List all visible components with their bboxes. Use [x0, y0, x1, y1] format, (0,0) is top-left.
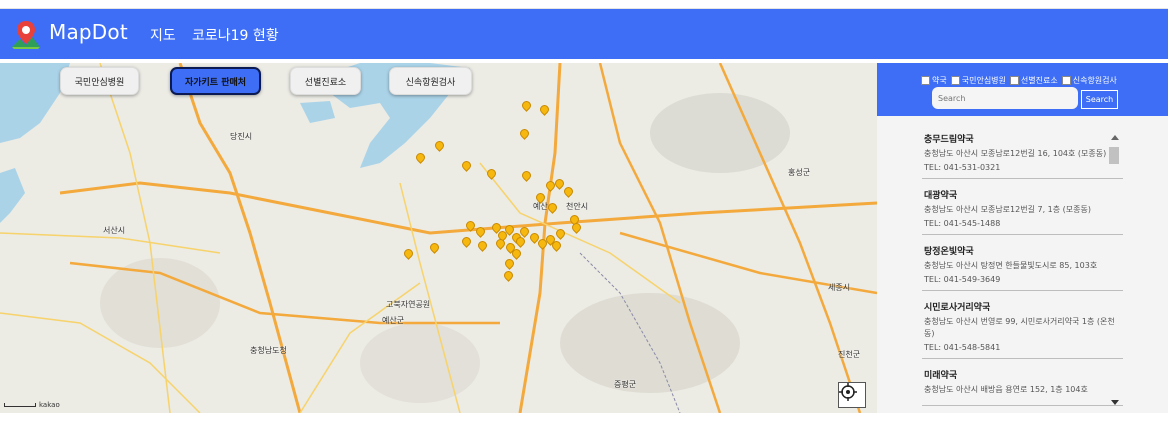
scroll-thumb[interactable] [1109, 147, 1119, 164]
pharmacy-tel: TEL: 041-548-5841 [924, 343, 1001, 352]
sea-area-west [0, 168, 25, 223]
checkbox[interactable] [1061, 76, 1071, 85]
mountain-area [100, 258, 220, 348]
list-item[interactable]: 탕정온빛약국 충청남도 아산시 탕정면 한들물빛도시로 85, 103호 TEL… [922, 241, 1123, 291]
app-header: MapDot 지도 코로나19 현황 [0, 9, 1168, 59]
pharmacy-address: 충청남도 아산시 번영로 99, 시민로사거리약국 1층 (온천동) [924, 317, 1115, 338]
category-rapid-test-button[interactable]: 신속항원검사 [389, 67, 472, 95]
scroll-up-arrow-icon[interactable] [1111, 135, 1119, 140]
pharmacy-name: 시민로사거리약국 [924, 303, 991, 313]
checkbox[interactable] [950, 76, 960, 85]
pharmacy-address: 충청남도 아산시 배방읍 용연로 152, 1층 104호 [924, 385, 1088, 394]
filter-group: 약국 국민안심병원 선별진료소 신속항원검사 [921, 75, 1117, 86]
pharmacy-tel: TEL: 041-549-3649 [924, 275, 1001, 284]
pharmacy-address: 충청남도 아산시 탕정면 한들물빛도시로 85, 103호 [924, 261, 1098, 270]
map-pin-logo-icon[interactable] [10, 19, 42, 51]
window-top-strip [0, 0, 1168, 9]
pharmacy-address: 충청남도 아산시 모종남로12번길 16, 104호 (모종동) [924, 149, 1107, 158]
brand-title[interactable]: MapDot [49, 20, 128, 44]
pharmacy-name: 탕정온빛약국 [924, 247, 974, 257]
map-place-label: 세종시 [828, 283, 851, 292]
category-safe-hospital-button[interactable]: 국민안심병원 [60, 67, 139, 95]
search-panel: 약국 국민안심병원 선별진료소 신속항원검사 Search 충무드림약국 충청남… [877, 63, 1168, 413]
pharmacy-tel: TEL: 041-531-0321 [924, 163, 1001, 172]
pharmacy-name: 미래약국 [924, 371, 958, 381]
map-place-label: 당진시 [230, 132, 253, 141]
list-item[interactable]: 미래약국 충청남도 아산시 배방읍 용연로 152, 1층 104호 [922, 365, 1123, 406]
list-item[interactable]: 대광약국 충청남도 아산시 모종남로12번길 7, 1층 (모종동) TEL: … [922, 185, 1123, 235]
map-place-label: 충청남도청 [250, 346, 287, 355]
search-button[interactable]: Search [1081, 90, 1118, 109]
map-place-label: 증평군 [614, 380, 637, 389]
list-item[interactable]: 시민로사거리약국 충청남도 아산시 번영로 99, 시민로사거리약국 1층 (온… [922, 297, 1123, 359]
checkbox[interactable] [921, 76, 930, 85]
map-place-label: 진천군 [838, 350, 861, 359]
filter-rapid-test[interactable]: 신속항원검사 [1061, 75, 1117, 86]
filter-pharmacy[interactable]: 약국 [921, 75, 947, 86]
nav-map-link[interactable]: 지도 [150, 25, 176, 45]
panel-header: 약국 국민안심병원 선별진료소 신속항원검사 Search [877, 63, 1168, 116]
nav-covid-status-link[interactable]: 코로나19 현황 [192, 25, 279, 45]
category-screening-clinic-button[interactable]: 선별진료소 [290, 67, 361, 95]
result-list[interactable]: 충무드림약국 충청남도 아산시 모종남로12번길 16, 104호 (모종동) … [922, 129, 1123, 409]
map-place-label: 천안시 [566, 202, 589, 211]
mountain-area [560, 293, 740, 393]
map-attribution: kakao [4, 401, 60, 409]
map-view[interactable]: 당진시 서산시 천안시 예산군 충청남도청 홍성군 진천군 세종시 증평군 고북자연공원 예산 국민… [0, 63, 877, 413]
map-place-label: 고북자연공원 [386, 300, 431, 309]
pharmacy-name: 충무드림약국 [924, 135, 974, 145]
map-place-label: 서산시 [103, 226, 126, 235]
map-place-label: 예산군 [382, 316, 405, 325]
category-selfkit-seller-button[interactable]: 자가키트 판매처 [170, 67, 261, 95]
mountain-area [360, 323, 480, 403]
mountain-area [650, 93, 790, 173]
pharmacy-tel: TEL: 041-545-1488 [924, 219, 1001, 228]
crosshair-icon [839, 383, 857, 401]
highway [178, 63, 302, 413]
scale-bar [4, 403, 36, 407]
checkbox[interactable] [1009, 76, 1019, 85]
page-bottom [0, 413, 1168, 437]
filter-screening-clinic[interactable]: 선별진료소 [1009, 75, 1058, 86]
kakao-logo: kakao [39, 401, 60, 409]
reservoir-area [300, 101, 335, 123]
result-list-scrollbar[interactable] [1109, 135, 1121, 405]
search-input[interactable] [932, 87, 1078, 109]
list-item[interactable]: 충무드림약국 충청남도 아산시 모종남로12번길 16, 104호 (모종동) … [922, 129, 1123, 179]
pharmacy-address: 충청남도 아산시 모종남로12번길 7, 1층 (모종동) [924, 205, 1091, 214]
pharmacy-name: 대광약국 [924, 191, 958, 201]
current-location-button[interactable] [838, 382, 866, 408]
scroll-down-arrow-icon[interactable] [1111, 400, 1119, 405]
map-canvas [0, 63, 877, 413]
filter-safe-hospital[interactable]: 국민안심병원 [950, 75, 1006, 86]
map-place-label: 홍성군 [788, 168, 811, 177]
